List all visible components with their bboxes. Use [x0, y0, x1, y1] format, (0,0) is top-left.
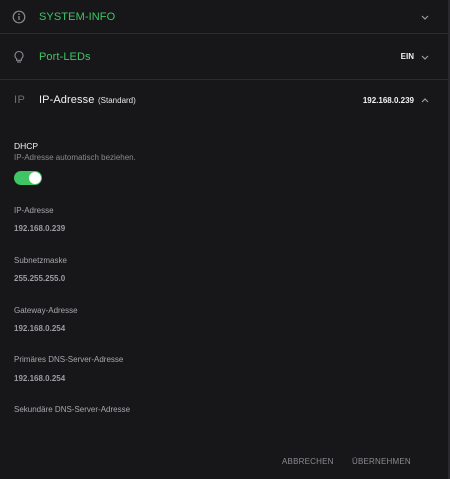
- secondary-dns-label: Sekundäre DNS-Server-Adresse: [14, 405, 131, 414]
- chevron-down-icon[interactable]: [420, 53, 430, 61]
- apply-button[interactable]: ÜBERNEHMEN: [352, 457, 411, 466]
- primary-dns-label: Primäres DNS-Server-Adresse: [14, 355, 124, 364]
- settings-panel: SYSTEM-INFO Port-LEDs EIN IP IP-Adresse …: [0, 0, 450, 479]
- dhcp-title: DHCP: [14, 141, 39, 151]
- ip-address-label: IP-Adresse: [14, 206, 54, 215]
- ip-address-value: 192.168.0.239: [362, 95, 414, 105]
- system-info-row[interactable]: SYSTEM-INFO: [0, 0, 448, 34]
- port-leds-status: EIN: [400, 52, 414, 61]
- subnet-mask-label: Subnetzmaske: [14, 256, 67, 265]
- chevron-down-icon[interactable]: [420, 13, 430, 21]
- gateway-label: Gateway-Adresse: [14, 306, 78, 315]
- port-leds-title: Port-LEDs: [39, 50, 91, 63]
- cancel-button[interactable]: ABBRECHEN: [282, 457, 334, 466]
- ip-address-field[interactable]: 192.168.0.239: [14, 224, 65, 233]
- dhcp-description: IP-Adresse automatisch beziehen.: [14, 153, 136, 162]
- info-icon: [12, 10, 26, 24]
- gateway-field[interactable]: 192.168.0.254: [14, 324, 65, 333]
- toggle-knob: [29, 172, 41, 184]
- chevron-up-icon[interactable]: [420, 96, 430, 104]
- system-info-title: SYSTEM-INFO: [39, 10, 116, 23]
- lightbulb-icon: [12, 50, 26, 64]
- primary-dns-field[interactable]: 192.168.0.254: [14, 374, 65, 383]
- ip-address-title: IP-Adresse: [39, 94, 95, 106]
- port-leds-row[interactable]: Port-LEDs EIN: [0, 34, 448, 80]
- standard-badge: (Standard): [98, 95, 136, 105]
- ip-address-row[interactable]: IP IP-Adresse (Standard) 192.168.0.239: [0, 80, 448, 120]
- ip-icon: IP: [14, 94, 26, 106]
- subnet-mask-field[interactable]: 255.255.255.0: [14, 274, 65, 283]
- dhcp-toggle[interactable]: [14, 171, 42, 185]
